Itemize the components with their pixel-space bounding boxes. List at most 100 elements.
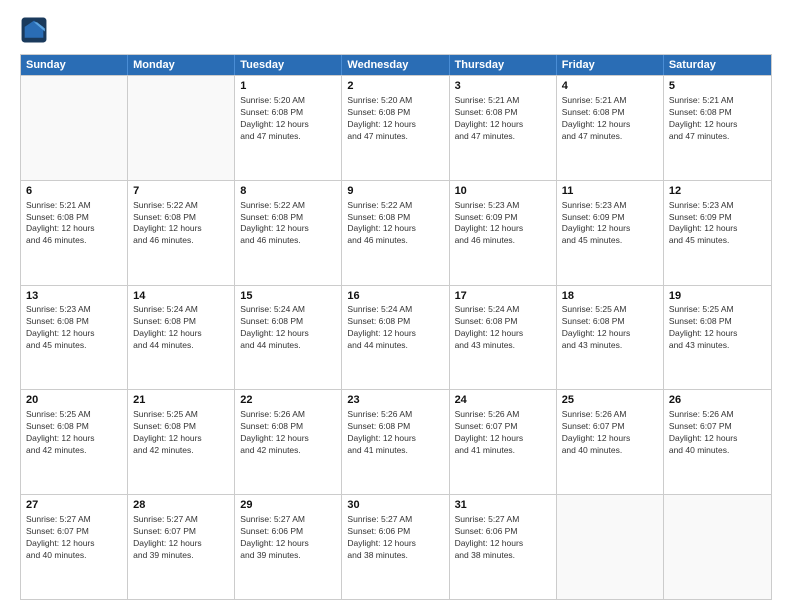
cell-info: Sunrise: 5:24 AM Sunset: 6:08 PM Dayligh…: [455, 304, 551, 352]
cell-info: Sunrise: 5:21 AM Sunset: 6:08 PM Dayligh…: [562, 95, 658, 143]
cell-info: Sunrise: 5:21 AM Sunset: 6:08 PM Dayligh…: [455, 95, 551, 143]
cell-info: Sunrise: 5:20 AM Sunset: 6:08 PM Dayligh…: [240, 95, 336, 143]
day-number: 5: [669, 79, 766, 94]
day-number: 9: [347, 184, 443, 199]
cell-info: Sunrise: 5:26 AM Sunset: 6:08 PM Dayligh…: [347, 409, 443, 457]
calendar-cell: 8Sunrise: 5:22 AM Sunset: 6:08 PM Daylig…: [235, 181, 342, 285]
calendar-cell: 17Sunrise: 5:24 AM Sunset: 6:08 PM Dayli…: [450, 286, 557, 390]
day-number: 4: [562, 79, 658, 94]
calendar-cell: 27Sunrise: 5:27 AM Sunset: 6:07 PM Dayli…: [21, 495, 128, 599]
cell-info: Sunrise: 5:20 AM Sunset: 6:08 PM Dayligh…: [347, 95, 443, 143]
calendar-row: 1Sunrise: 5:20 AM Sunset: 6:08 PM Daylig…: [21, 75, 771, 180]
cell-info: Sunrise: 5:26 AM Sunset: 6:07 PM Dayligh…: [455, 409, 551, 457]
calendar-cell: 14Sunrise: 5:24 AM Sunset: 6:08 PM Dayli…: [128, 286, 235, 390]
day-number: 2: [347, 79, 443, 94]
weekday-header: Wednesday: [342, 55, 449, 75]
cell-info: Sunrise: 5:23 AM Sunset: 6:08 PM Dayligh…: [26, 304, 122, 352]
calendar-cell: 26Sunrise: 5:26 AM Sunset: 6:07 PM Dayli…: [664, 390, 771, 494]
logo-icon: [20, 16, 48, 44]
day-number: 23: [347, 393, 443, 408]
cell-info: Sunrise: 5:21 AM Sunset: 6:08 PM Dayligh…: [669, 95, 766, 143]
cell-info: Sunrise: 5:27 AM Sunset: 6:06 PM Dayligh…: [347, 514, 443, 562]
cell-info: Sunrise: 5:26 AM Sunset: 6:08 PM Dayligh…: [240, 409, 336, 457]
calendar-cell: 29Sunrise: 5:27 AM Sunset: 6:06 PM Dayli…: [235, 495, 342, 599]
calendar-cell: 31Sunrise: 5:27 AM Sunset: 6:06 PM Dayli…: [450, 495, 557, 599]
cell-info: Sunrise: 5:26 AM Sunset: 6:07 PM Dayligh…: [562, 409, 658, 457]
day-number: 11: [562, 184, 658, 199]
calendar-body: 1Sunrise: 5:20 AM Sunset: 6:08 PM Daylig…: [21, 75, 771, 599]
day-number: 19: [669, 289, 766, 304]
day-number: 24: [455, 393, 551, 408]
calendar-cell: 18Sunrise: 5:25 AM Sunset: 6:08 PM Dayli…: [557, 286, 664, 390]
calendar-cell: 5Sunrise: 5:21 AM Sunset: 6:08 PM Daylig…: [664, 76, 771, 180]
day-number: 15: [240, 289, 336, 304]
cell-info: Sunrise: 5:24 AM Sunset: 6:08 PM Dayligh…: [133, 304, 229, 352]
day-number: 10: [455, 184, 551, 199]
day-number: 12: [669, 184, 766, 199]
header: [20, 16, 772, 44]
day-number: 31: [455, 498, 551, 513]
calendar-cell: 28Sunrise: 5:27 AM Sunset: 6:07 PM Dayli…: [128, 495, 235, 599]
weekday-header: Sunday: [21, 55, 128, 75]
day-number: 8: [240, 184, 336, 199]
calendar-cell: 10Sunrise: 5:23 AM Sunset: 6:09 PM Dayli…: [450, 181, 557, 285]
calendar-cell: 30Sunrise: 5:27 AM Sunset: 6:06 PM Dayli…: [342, 495, 449, 599]
weekday-header: Friday: [557, 55, 664, 75]
logo: [20, 16, 52, 44]
calendar-cell: [557, 495, 664, 599]
calendar-header-row: SundayMondayTuesdayWednesdayThursdayFrid…: [21, 55, 771, 75]
day-number: 3: [455, 79, 551, 94]
calendar-cell: 4Sunrise: 5:21 AM Sunset: 6:08 PM Daylig…: [557, 76, 664, 180]
weekday-header: Tuesday: [235, 55, 342, 75]
calendar-row: 6Sunrise: 5:21 AM Sunset: 6:08 PM Daylig…: [21, 180, 771, 285]
cell-info: Sunrise: 5:22 AM Sunset: 6:08 PM Dayligh…: [347, 200, 443, 248]
day-number: 21: [133, 393, 229, 408]
cell-info: Sunrise: 5:26 AM Sunset: 6:07 PM Dayligh…: [669, 409, 766, 457]
cell-info: Sunrise: 5:27 AM Sunset: 6:06 PM Dayligh…: [240, 514, 336, 562]
calendar-cell: 16Sunrise: 5:24 AM Sunset: 6:08 PM Dayli…: [342, 286, 449, 390]
day-number: 30: [347, 498, 443, 513]
calendar-cell: 1Sunrise: 5:20 AM Sunset: 6:08 PM Daylig…: [235, 76, 342, 180]
day-number: 1: [240, 79, 336, 94]
day-number: 28: [133, 498, 229, 513]
day-number: 22: [240, 393, 336, 408]
cell-info: Sunrise: 5:22 AM Sunset: 6:08 PM Dayligh…: [240, 200, 336, 248]
day-number: 20: [26, 393, 122, 408]
calendar-cell: 2Sunrise: 5:20 AM Sunset: 6:08 PM Daylig…: [342, 76, 449, 180]
day-number: 14: [133, 289, 229, 304]
calendar-cell: 21Sunrise: 5:25 AM Sunset: 6:08 PM Dayli…: [128, 390, 235, 494]
day-number: 27: [26, 498, 122, 513]
calendar-cell: [664, 495, 771, 599]
cell-info: Sunrise: 5:25 AM Sunset: 6:08 PM Dayligh…: [669, 304, 766, 352]
day-number: 6: [26, 184, 122, 199]
weekday-header: Monday: [128, 55, 235, 75]
calendar-cell: [21, 76, 128, 180]
day-number: 16: [347, 289, 443, 304]
calendar-cell: 22Sunrise: 5:26 AM Sunset: 6:08 PM Dayli…: [235, 390, 342, 494]
weekday-header: Saturday: [664, 55, 771, 75]
cell-info: Sunrise: 5:22 AM Sunset: 6:08 PM Dayligh…: [133, 200, 229, 248]
cell-info: Sunrise: 5:25 AM Sunset: 6:08 PM Dayligh…: [133, 409, 229, 457]
cell-info: Sunrise: 5:21 AM Sunset: 6:08 PM Dayligh…: [26, 200, 122, 248]
day-number: 17: [455, 289, 551, 304]
cell-info: Sunrise: 5:27 AM Sunset: 6:07 PM Dayligh…: [26, 514, 122, 562]
cell-info: Sunrise: 5:23 AM Sunset: 6:09 PM Dayligh…: [669, 200, 766, 248]
calendar-cell: 15Sunrise: 5:24 AM Sunset: 6:08 PM Dayli…: [235, 286, 342, 390]
calendar-cell: [128, 76, 235, 180]
cell-info: Sunrise: 5:23 AM Sunset: 6:09 PM Dayligh…: [455, 200, 551, 248]
calendar-row: 13Sunrise: 5:23 AM Sunset: 6:08 PM Dayli…: [21, 285, 771, 390]
calendar-row: 27Sunrise: 5:27 AM Sunset: 6:07 PM Dayli…: [21, 494, 771, 599]
calendar-cell: 11Sunrise: 5:23 AM Sunset: 6:09 PM Dayli…: [557, 181, 664, 285]
cell-info: Sunrise: 5:27 AM Sunset: 6:06 PM Dayligh…: [455, 514, 551, 562]
day-number: 29: [240, 498, 336, 513]
day-number: 26: [669, 393, 766, 408]
calendar-cell: 12Sunrise: 5:23 AM Sunset: 6:09 PM Dayli…: [664, 181, 771, 285]
calendar-row: 20 Sunrise: 5:25 AM Sunset: 6:08 PM Dayli…: [21, 389, 771, 494]
day-number: 7: [133, 184, 229, 199]
cell-info: Sunrise: 5:24 AM Sunset: 6:08 PM Dayligh…: [347, 304, 443, 352]
calendar: SundayMondayTuesdayWednesdayThursdayFrid…: [20, 54, 772, 600]
calendar-cell: 25Sunrise: 5:26 AM Sunset: 6:07 PM Dayli…: [557, 390, 664, 494]
calendar-cell: 19Sunrise: 5:25 AM Sunset: 6:08 PM Dayli…: [664, 286, 771, 390]
calendar-cell: 7Sunrise: 5:22 AM Sunset: 6:08 PM Daylig…: [128, 181, 235, 285]
day-number: 18: [562, 289, 658, 304]
